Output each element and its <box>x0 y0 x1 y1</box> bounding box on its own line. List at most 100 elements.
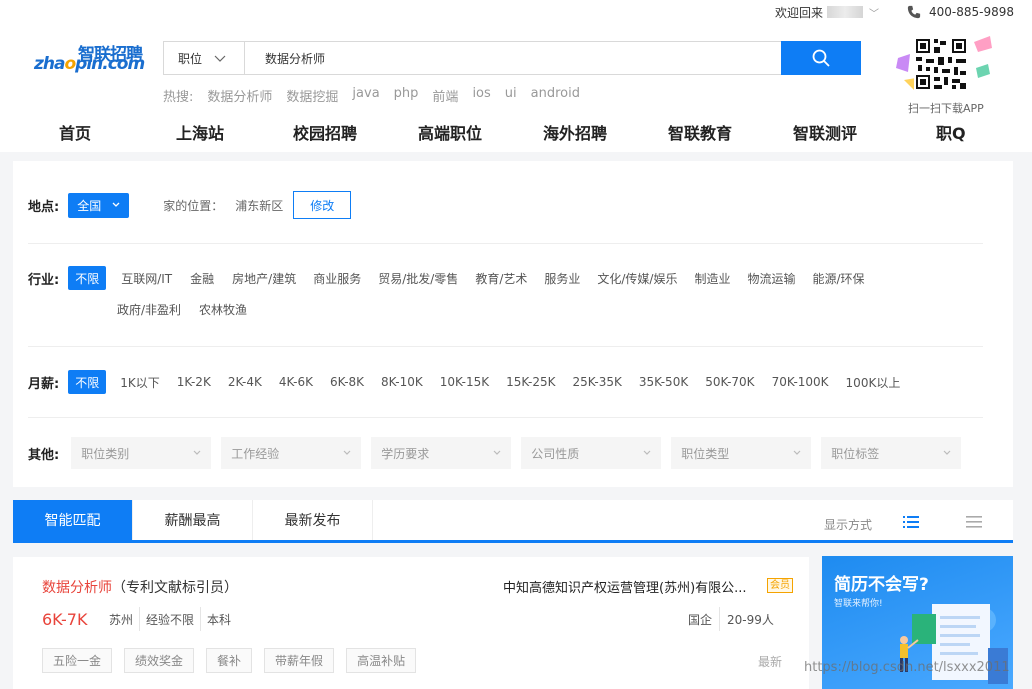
job-education: 本科 <box>207 612 232 627</box>
chevron-down-icon <box>214 55 226 62</box>
salary-option[interactable]: 100K以上 <box>846 374 901 391</box>
search-category-label: 职位 <box>178 51 203 66</box>
company-attributes: 国企 20-99人 <box>681 607 781 631</box>
view-mode-label: 显示方式 <box>824 518 873 532</box>
chevron-down-icon <box>193 450 201 455</box>
hot-search-item[interactable]: ios <box>472 86 490 105</box>
industry-option[interactable]: 教育/艺术 <box>475 270 527 287</box>
salary-option[interactable]: 6K-8K <box>330 375 364 389</box>
search-icon <box>812 49 830 67</box>
salary-option[interactable]: 10K-15K <box>440 375 489 389</box>
search-category-select[interactable]: 职位 <box>164 42 245 74</box>
salary-option[interactable]: 50K-70K <box>705 375 754 389</box>
app-download[interactable]: 扫一扫下载APP <box>890 30 994 116</box>
industry-option[interactable]: 能源/环保 <box>813 270 865 287</box>
industry-option[interactable]: 政府/非盈利 <box>117 301 181 318</box>
company-name[interactable]: 中知高德知识产权运营管理(苏州)有限公... <box>503 577 747 596</box>
salary-option[interactable]: 8K-10K <box>381 375 423 389</box>
company-type: 国企 <box>681 607 721 631</box>
job-type-dropdown[interactable]: 职位类型 <box>671 437 812 469</box>
hot-search-item[interactable]: java <box>352 86 379 105</box>
salary-option[interactable]: 1K以下 <box>120 374 160 391</box>
salary-option[interactable]: 1K-2K <box>177 375 211 389</box>
industry-option[interactable]: 贸易/批发/零售 <box>378 270 458 287</box>
tab-latest[interactable]: 最新发布 <box>253 500 373 540</box>
ad-subtitle: 智联来帮你! <box>834 599 883 609</box>
experience-dropdown[interactable]: 工作经验 <box>221 437 362 469</box>
job-title[interactable]: 数据分析师（专利文献标引员） <box>42 577 238 597</box>
compact-list-view-icon[interactable] <box>966 515 982 529</box>
industry-option[interactable]: 农林牧渔 <box>199 301 247 318</box>
decor-shape-icon <box>976 64 990 78</box>
salary-label: 月薪: <box>28 376 60 392</box>
hot-search-item[interactable]: android <box>531 86 580 105</box>
detail-list-view-icon[interactable] <box>903 515 919 529</box>
industry-option[interactable]: 商业服务 <box>313 270 361 287</box>
job-salary: 6K-7K <box>42 610 88 629</box>
nav-item-assessment[interactable]: 智联测评 <box>793 120 857 144</box>
hot-search-item[interactable]: php <box>394 86 419 105</box>
chevron-down-icon <box>343 450 351 455</box>
job-card[interactable]: 数据分析师（专利文献标引员） 6K-7K 苏州 经验不限 本科 中知高德知识产权… <box>13 557 809 689</box>
nav-item-zhiq[interactable]: 职Q <box>936 120 966 144</box>
edit-home-button[interactable]: 修改 <box>293 191 352 219</box>
divider <box>28 417 983 418</box>
nav-item-shanghai[interactable]: 上海站 <box>176 120 224 144</box>
qr-code-icon <box>914 37 968 91</box>
hot-search-item[interactable]: 数据挖掘 <box>286 86 338 105</box>
industry-option[interactable]: 文化/传媒/娱乐 <box>597 270 677 287</box>
chevron-down-icon <box>493 450 501 455</box>
salary-filter: 月薪: 不限 1K以下 1K-2K 2K-4K 4K-6K 6K-8K 8K-1… <box>28 370 900 394</box>
nav-item-education[interactable]: 智联教育 <box>668 120 732 144</box>
job-title-sub: （专利文献标引员） <box>112 580 238 596</box>
industry-option-all[interactable]: 不限 <box>68 266 107 290</box>
industry-option[interactable]: 服务业 <box>544 270 580 287</box>
salary-option-all[interactable]: 不限 <box>68 370 107 394</box>
hot-search-label: 热搜: <box>163 90 194 105</box>
industry-option[interactable]: 互联网/IT <box>121 270 172 287</box>
home-location-label: 家的位置： <box>163 198 224 213</box>
company-size: 20-99人 <box>727 612 774 627</box>
location-select[interactable]: 全国 <box>68 192 130 218</box>
education-dropdown[interactable]: 学历要求 <box>371 437 512 469</box>
nav-item-campus[interactable]: 校园招聘 <box>293 120 357 144</box>
salary-option[interactable]: 4K-6K <box>279 375 313 389</box>
posted-time: 最新 <box>758 655 783 669</box>
industry-label: 行业: <box>28 272 60 288</box>
salary-option[interactable]: 35K-50K <box>639 375 688 389</box>
search-input[interactable] <box>245 42 781 74</box>
tab-highest-salary[interactable]: 薪酬最高 <box>133 500 253 540</box>
welfare-tag: 餐补 <box>206 648 253 673</box>
hot-search-item[interactable]: ui <box>505 86 517 105</box>
industry-option[interactable]: 物流运输 <box>747 270 795 287</box>
salary-option[interactable]: 15K-25K <box>506 375 555 389</box>
welcome-text: 欢迎回来 <box>774 5 823 20</box>
other-filter: 其他: 职位类别 工作经验 学历要求 公司性质 职位类型 职位标签 <box>28 437 971 469</box>
job-tag-dropdown[interactable]: 职位标签 <box>821 437 962 469</box>
industry-filter: 行业: 不限 互联网/IT 金融 房地产/建筑 商业服务 贸易/批发/零售 教育… <box>28 266 865 290</box>
location-value: 全国 <box>77 198 102 213</box>
welfare-tag: 带薪年假 <box>264 648 335 673</box>
tab-smart-match[interactable]: 智能匹配 <box>13 500 133 540</box>
industry-option[interactable]: 房地产/建筑 <box>232 270 296 287</box>
nav-item-home[interactable]: 首页 <box>59 120 91 144</box>
nav-item-overseas[interactable]: 海外招聘 <box>543 120 607 144</box>
hot-search-item[interactable]: 数据分析师 <box>207 86 272 105</box>
job-title-main: 数据分析师 <box>42 580 112 596</box>
chevron-down-icon: ﹀ <box>868 8 879 20</box>
chevron-down-icon <box>112 202 120 207</box>
salary-option[interactable]: 70K-100K <box>772 375 829 389</box>
salary-option[interactable]: 25K-35K <box>572 375 621 389</box>
industry-option[interactable]: 金融 <box>190 270 214 287</box>
welfare-tag: 五险一金 <box>42 648 113 673</box>
job-category-dropdown[interactable]: 职位类别 <box>71 437 212 469</box>
other-label: 其他: <box>28 447 60 463</box>
salary-option[interactable]: 2K-4K <box>228 375 262 389</box>
hot-search-item[interactable]: 前端 <box>432 86 458 105</box>
user-menu[interactable]: 欢迎回来 ﹀ <box>775 4 879 21</box>
zhaopin-logo[interactable]: 智联招聘 zhaopin.com <box>34 40 145 76</box>
nav-item-highend[interactable]: 高端职位 <box>418 120 482 144</box>
company-type-dropdown[interactable]: 公司性质 <box>521 437 662 469</box>
search-button[interactable] <box>781 41 861 75</box>
industry-option[interactable]: 制造业 <box>694 270 730 287</box>
